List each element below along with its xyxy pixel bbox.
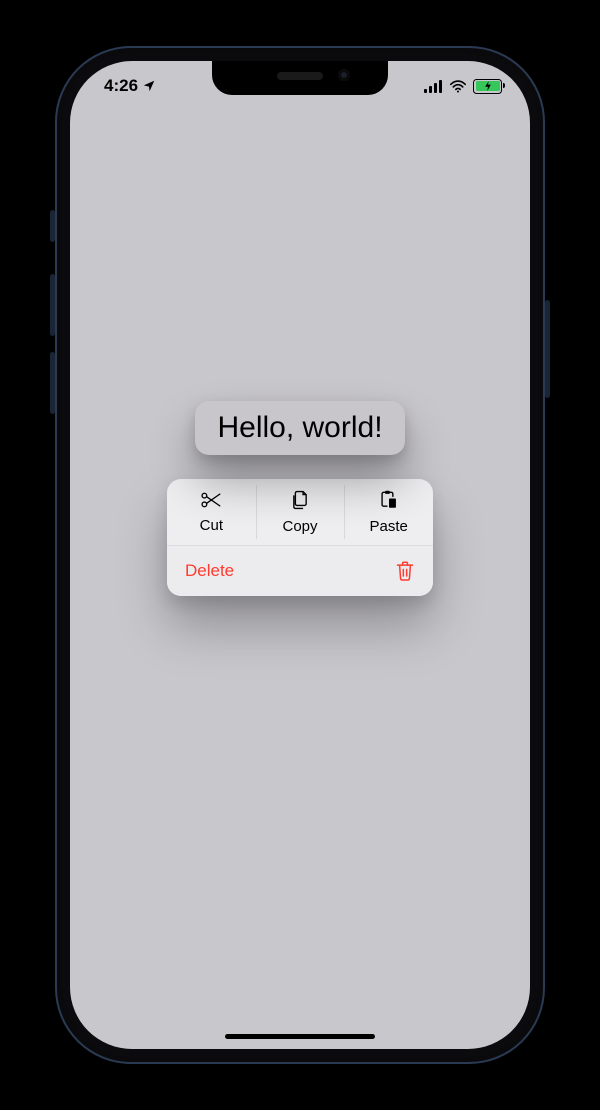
context-menu: Cut Copy: [167, 479, 433, 596]
battery-charging-icon: [473, 79, 502, 94]
screen: 4:26: [70, 61, 530, 1049]
wifi-icon: [449, 80, 467, 93]
menu-item-label: Paste: [370, 518, 408, 535]
scissors-icon: [200, 491, 222, 513]
doc-on-doc-icon: [290, 490, 310, 514]
mute-switch: [50, 210, 55, 242]
copy-button[interactable]: Copy: [256, 479, 345, 545]
menu-item-label: Cut: [200, 517, 223, 534]
menu-item-label: Copy: [282, 518, 317, 535]
status-time: 4:26: [104, 76, 138, 96]
cellular-icon: [424, 80, 443, 93]
status-bar-right: [424, 79, 502, 94]
power-button: [545, 300, 550, 398]
clipboard-icon: [379, 490, 399, 514]
location-arrow-icon: [142, 79, 156, 93]
home-indicator[interactable]: [225, 1034, 375, 1039]
context-menu-preview[interactable]: Hello, world!: [195, 401, 404, 455]
paste-button[interactable]: Paste: [344, 479, 433, 545]
notch: [212, 61, 388, 95]
menu-item-label: Delete: [185, 561, 234, 581]
content-area: Hello, world! Cut: [70, 61, 530, 1049]
delete-button[interactable]: Delete: [167, 545, 433, 596]
trash-icon: [395, 560, 415, 582]
volume-down-button: [50, 352, 55, 414]
cut-button[interactable]: Cut: [167, 479, 256, 545]
context-menu-primary-row: Cut Copy: [167, 479, 433, 545]
status-bar-left: 4:26: [104, 76, 156, 96]
volume-up-button: [50, 274, 55, 336]
iphone-frame: 4:26: [55, 46, 545, 1064]
